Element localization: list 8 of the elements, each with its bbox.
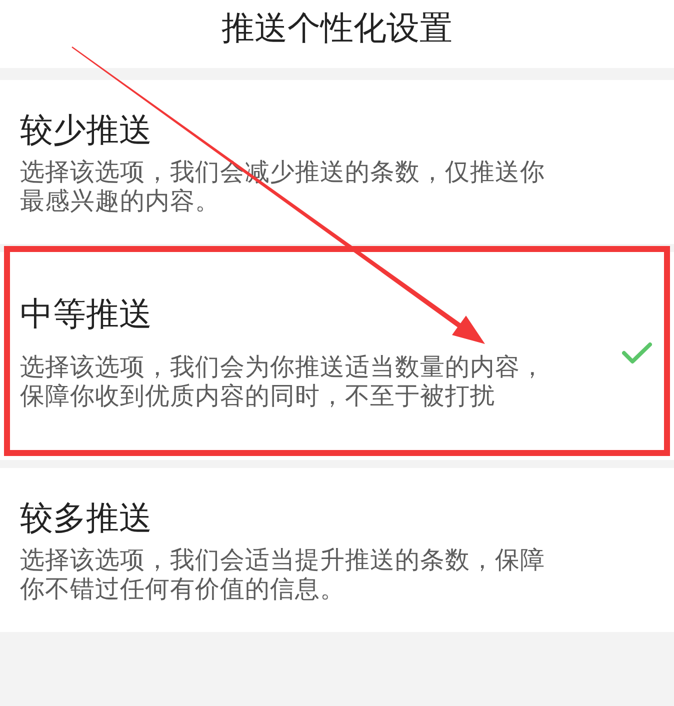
option-description: 选择该选项，我们会适当提升推送的条数，保障你不错过任何有价值的信息。 [20,546,546,604]
option-title: 较少推送 [20,110,153,150]
option-description: 选择该选项，我们会为你推送适当数量的内容，保障你收到优质内容的同时，不至于被打扰 [20,353,546,411]
push-option[interactable]: 较多推送 选择该选项，我们会适当提升推送的条数，保障你不错过任何有价值的信息。 [0,468,674,632]
page-title: 推送个性化设置 [222,8,452,48]
checkmark-icon [622,342,652,364]
option-title: 中等推送 [20,294,153,334]
option-title: 较多推送 [20,498,153,538]
